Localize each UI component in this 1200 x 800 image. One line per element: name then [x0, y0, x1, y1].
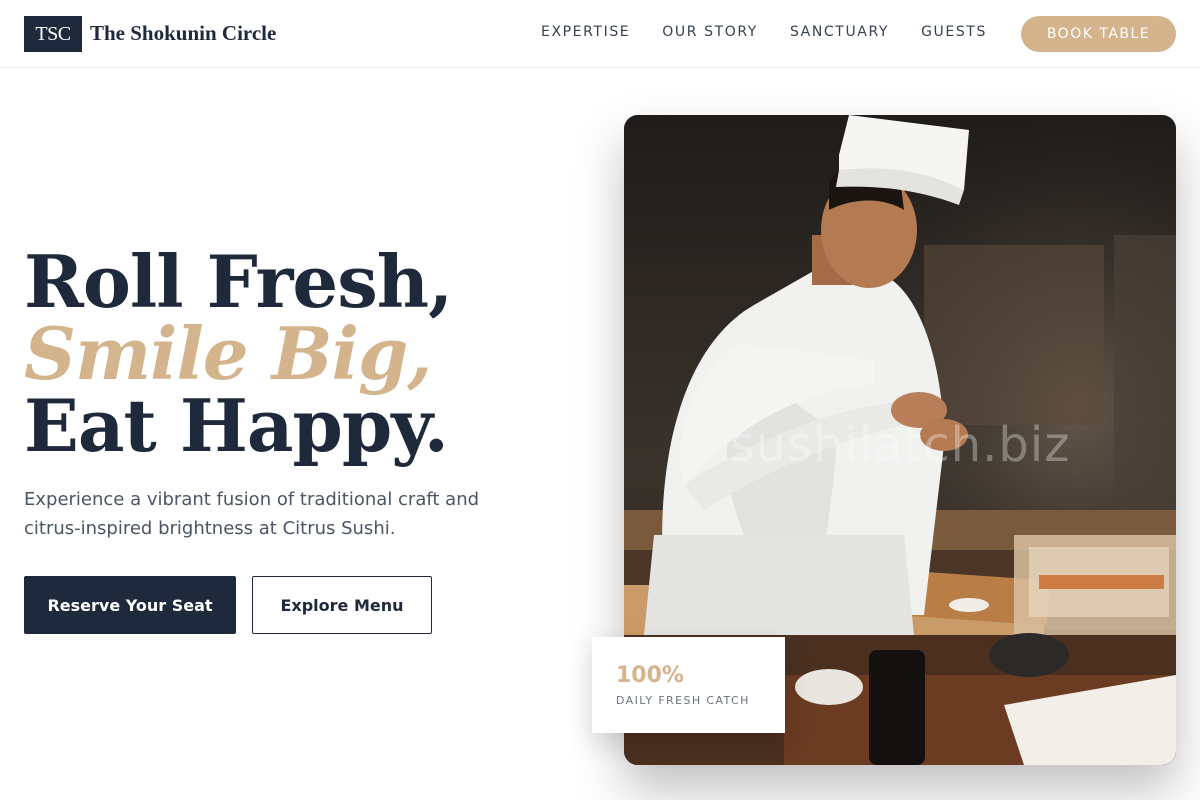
nav-link-sanctuary[interactable]: SANCTUARY	[790, 24, 889, 40]
site-header: TSC The Shokunin Circle EXPERTISE OUR ST…	[0, 0, 1200, 68]
hero-line-1: Roll Fresh,	[24, 239, 453, 324]
logo-badge[interactable]: TSC	[24, 16, 82, 52]
main-nav: EXPERTISE OUR STORY SANCTUARY GUESTS	[541, 24, 987, 40]
reserve-seat-button[interactable]: Reserve Your Seat	[24, 576, 236, 634]
explore-menu-button[interactable]: Explore Menu	[252, 576, 432, 634]
stat-card: 100% DAILY FRESH CATCH	[592, 637, 785, 733]
book-table-button[interactable]: BOOK TABLE	[1021, 16, 1176, 52]
nav-link-expertise[interactable]: EXPERTISE	[541, 24, 630, 40]
hero-headline: Roll Fresh, Smile Big, Eat Happy.	[24, 239, 453, 468]
nav-link-guests[interactable]: GUESTS	[921, 24, 987, 40]
hero-line-2: Smile Big,	[24, 311, 432, 396]
brand-name[interactable]: The Shokunin Circle	[90, 21, 276, 46]
stat-label: DAILY FRESH CATCH	[616, 694, 750, 707]
nav-link-our-story[interactable]: OUR STORY	[662, 24, 758, 40]
photo-watermark: sushilatch.biz	[729, 417, 1071, 473]
hero-line-3: Eat Happy.	[24, 383, 449, 468]
stat-value: 100%	[616, 663, 684, 688]
hero-subtitle: Experience a vibrant fusion of tradition…	[24, 489, 480, 539]
